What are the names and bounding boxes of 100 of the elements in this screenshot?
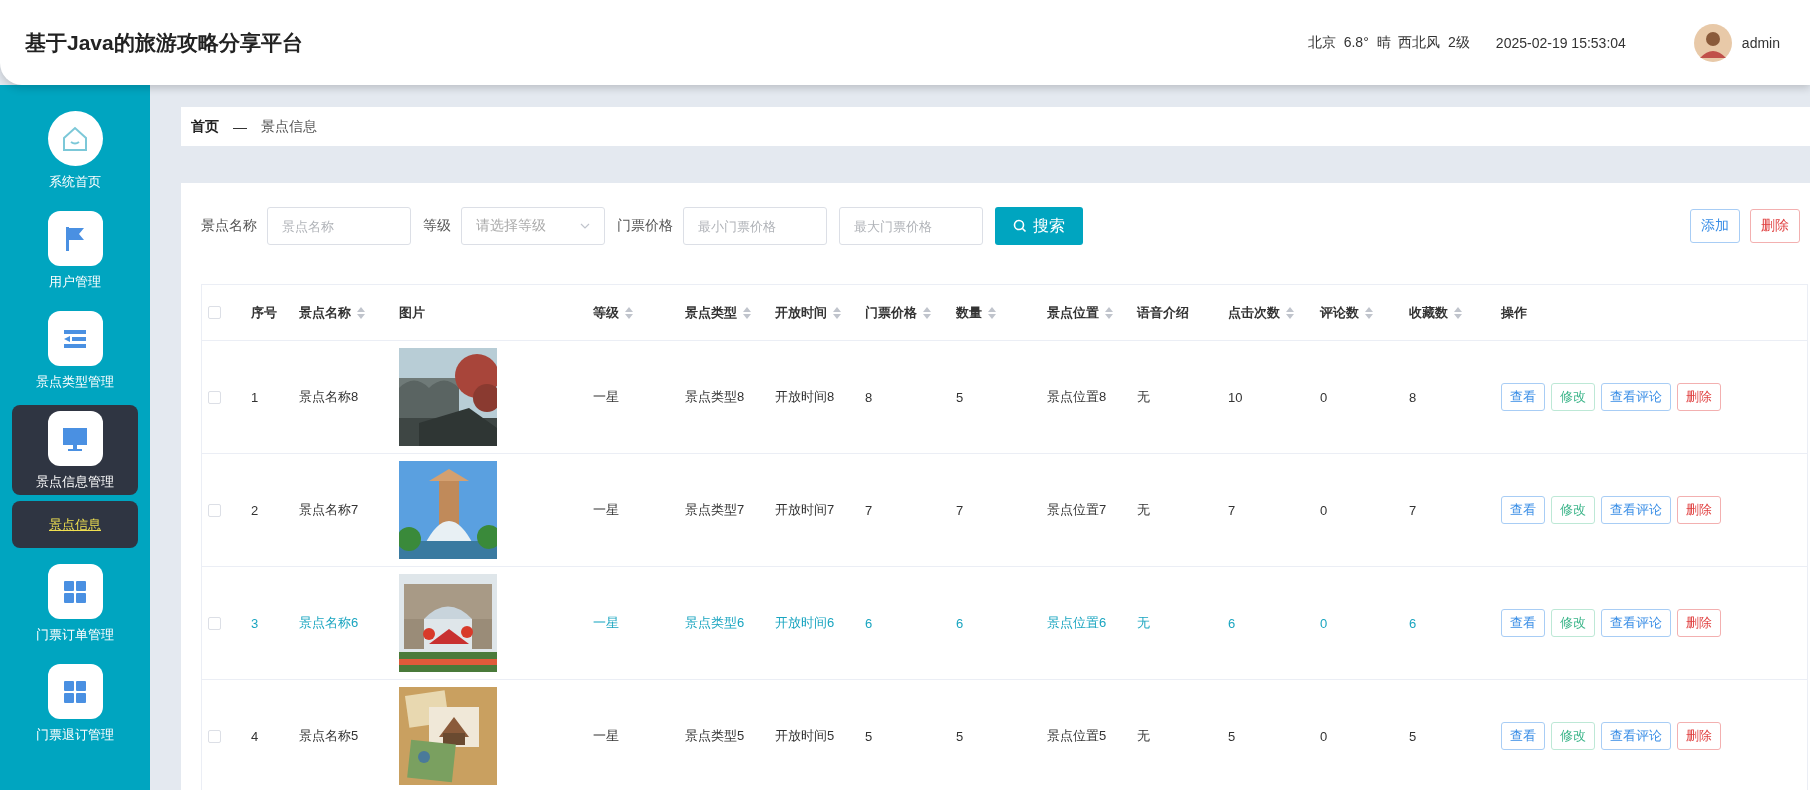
sort-icon[interactable] — [923, 306, 931, 319]
column-header[interactable]: 景点名称 — [299, 303, 365, 322]
avatar-icon[interactable] — [1693, 23, 1732, 62]
table-cell: 7 — [1409, 502, 1417, 518]
table-cell: 景点位置5 — [1047, 727, 1107, 745]
table-cell: 景点类型7 — [685, 501, 745, 519]
table-cell: 6 — [1228, 615, 1236, 631]
view-button[interactable]: 查看 — [1501, 722, 1545, 750]
table-cell: 开放时间7 — [775, 501, 835, 519]
table-cell: 无 — [1137, 388, 1150, 406]
table-cell: 0 — [1320, 502, 1328, 518]
username[interactable]: admin — [1741, 34, 1780, 51]
weather-text: 北京 6.8° 晴 西北风 2级 — [1307, 33, 1470, 52]
column-header[interactable]: 评论数 — [1320, 303, 1373, 322]
view-button[interactable]: 查看 — [1501, 496, 1545, 524]
column-header: 序号 — [251, 303, 277, 322]
column-header[interactable]: 开放时间 — [775, 303, 841, 322]
table-cell: 景点位置7 — [1047, 501, 1107, 519]
delete-button[interactable]: 删除 — [1750, 209, 1800, 243]
sort-icon[interactable] — [1454, 306, 1462, 319]
sort-icon[interactable] — [988, 306, 996, 319]
view-button[interactable]: 查看评论 — [1601, 722, 1671, 750]
sidebar-item[interactable]: 景点信息管理 — [12, 405, 138, 495]
table-cell: 5 — [1228, 728, 1236, 744]
sidebar-item[interactable]: 门票订单管理 — [12, 558, 138, 648]
sort-icon[interactable] — [833, 306, 841, 319]
column-header[interactable]: 等级 — [593, 303, 633, 322]
table-cell: 无 — [1137, 727, 1150, 745]
input-field[interactable]: 最小门票价格 — [683, 207, 827, 245]
table-cell: 一星 — [593, 727, 619, 745]
column-header: 语音介绍 — [1137, 303, 1189, 322]
table-cell: 6 — [956, 615, 964, 631]
column-header[interactable]: 景点类型 — [685, 303, 751, 322]
table-cell: 2 — [251, 502, 259, 518]
table-cell: 开放时间8 — [775, 388, 835, 406]
column-header[interactable]: 点击次数 — [1228, 303, 1294, 322]
add-button[interactable]: 添加 — [1690, 209, 1740, 243]
datetime-text: 2025-02-19 15:53:04 — [1495, 34, 1626, 51]
checkbox[interactable] — [208, 306, 221, 319]
table-cell: 景点类型5 — [685, 727, 745, 745]
edit-button[interactable]: 修改 — [1551, 383, 1595, 411]
sidebar-item[interactable]: 门票退订管理 — [12, 658, 138, 748]
sort-icon[interactable] — [625, 306, 633, 319]
table-cell: 6 — [1409, 615, 1417, 631]
view-button[interactable]: 查看 — [1501, 609, 1545, 637]
table-cell: 景点名称7 — [299, 501, 359, 519]
column-header[interactable]: 数量 — [956, 303, 996, 322]
checkbox[interactable] — [208, 503, 221, 517]
table-cell: 3 — [251, 615, 259, 631]
checkbox[interactable] — [208, 616, 221, 630]
view-button[interactable]: 查看 — [1501, 383, 1545, 411]
edit-button[interactable]: 修改 — [1551, 609, 1595, 637]
edit-button[interactable]: 修改 — [1551, 496, 1595, 524]
table-cell: 6 — [865, 615, 873, 631]
table-cell: 景点名称5 — [299, 727, 359, 745]
column-header[interactable]: 收藏数 — [1409, 303, 1462, 322]
delete-button[interactable]: 删除 — [1677, 609, 1721, 637]
table-cell: 0 — [1320, 728, 1328, 744]
column-header[interactable]: 景点位置 — [1047, 303, 1113, 322]
table-cell: 10 — [1228, 389, 1243, 405]
table-cell: 一星 — [593, 501, 619, 519]
table-cell: 7 — [956, 502, 964, 518]
submenu-label[interactable]: 景点信息 — [49, 517, 101, 532]
sort-icon[interactable] — [1365, 306, 1373, 319]
delete-button[interactable]: 删除 — [1677, 496, 1721, 524]
table-cell: 景点位置8 — [1047, 388, 1107, 406]
sort-icon[interactable] — [1286, 306, 1294, 319]
view-button[interactable]: 查看评论 — [1601, 383, 1671, 411]
search-icon — [1013, 219, 1027, 233]
sort-icon[interactable] — [1105, 306, 1113, 319]
sidebar-item[interactable]: 系统首页 — [12, 105, 138, 195]
breadcrumb-link[interactable]: 首页 — [191, 117, 219, 136]
input-field[interactable]: 景点名称 — [267, 207, 411, 245]
breadcrumb-separator: — — [233, 118, 247, 135]
sidebar-item[interactable]: 用户管理 — [12, 205, 138, 295]
column-header[interactable]: 门票价格 — [865, 303, 931, 322]
table-cell: 1 — [251, 389, 259, 405]
select-field[interactable]: 请选择等级 — [461, 207, 605, 245]
view-button[interactable]: 查看评论 — [1601, 496, 1671, 524]
checkbox[interactable] — [208, 729, 221, 743]
input-field[interactable]: 最大门票价格 — [839, 207, 983, 245]
column-header: 图片 — [399, 303, 425, 322]
sort-icon[interactable] — [357, 306, 365, 319]
sidebar-item[interactable]: 景点类型管理 — [12, 305, 138, 395]
search-button[interactable]: 搜索 — [995, 207, 1083, 245]
delete-button[interactable]: 删除 — [1677, 383, 1721, 411]
sort-icon[interactable] — [743, 306, 751, 319]
view-button[interactable]: 查看评论 — [1601, 609, 1671, 637]
field-label: 门票价格 — [617, 217, 673, 235]
table-cell: 7 — [1228, 502, 1236, 518]
table-cell: 5 — [956, 389, 964, 405]
submenu-item[interactable]: 景点信息 — [12, 501, 138, 548]
table-cell: 景点名称8 — [299, 388, 359, 406]
field-label: 等级 — [423, 217, 451, 235]
delete-button[interactable]: 删除 — [1677, 722, 1721, 750]
table-cell: 开放时间5 — [775, 727, 835, 745]
checkbox[interactable] — [208, 390, 221, 404]
table-cell: 0 — [1320, 389, 1328, 405]
edit-button[interactable]: 修改 — [1551, 722, 1595, 750]
table-cell: 景点名称6 — [299, 614, 359, 632]
